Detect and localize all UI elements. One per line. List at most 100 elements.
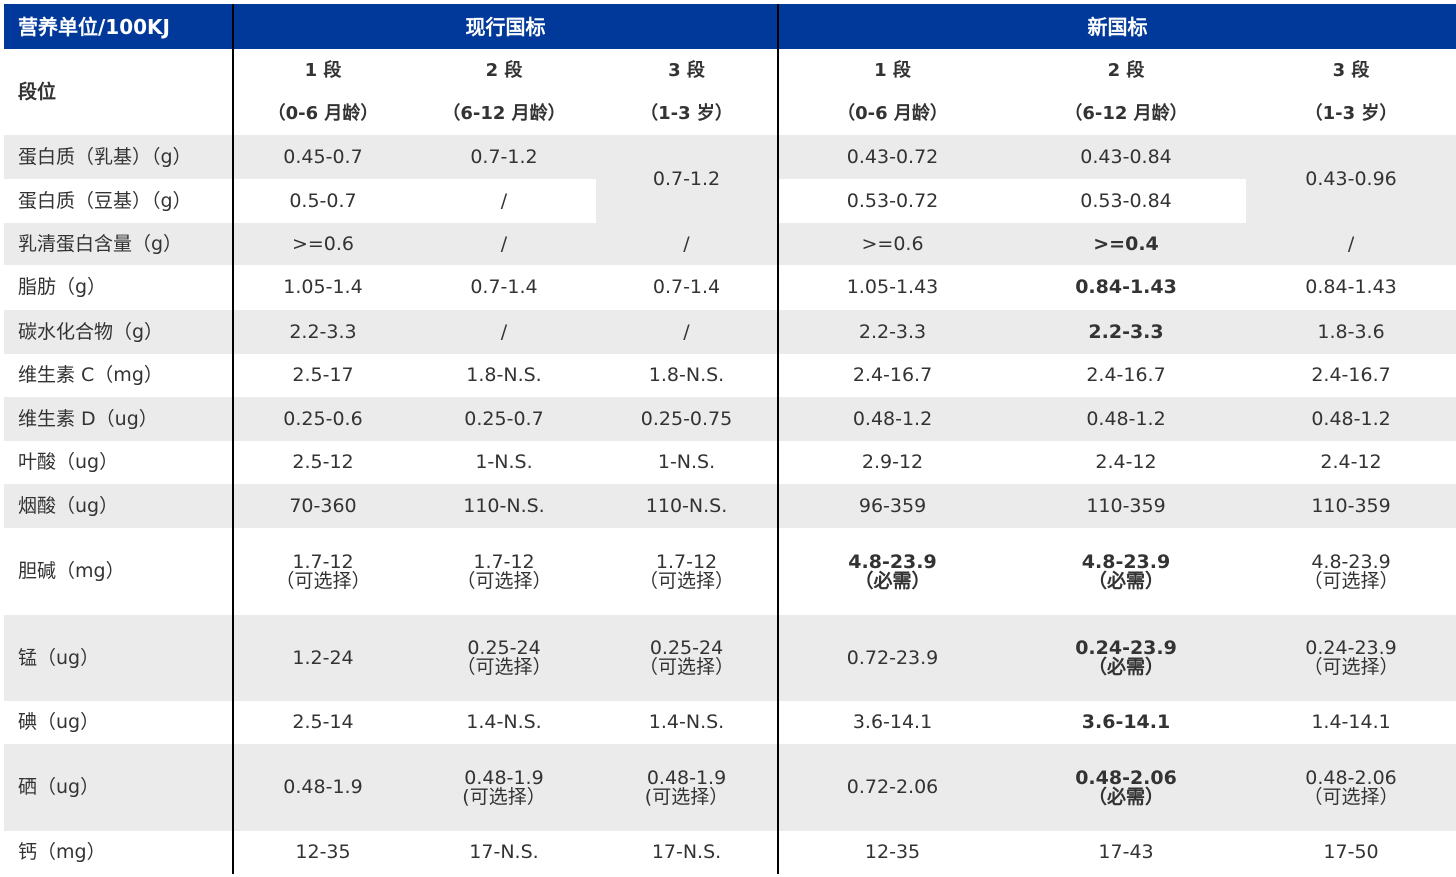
row-label: 碳水化合物（g） bbox=[18, 320, 164, 343]
row-label: 烟酸（ug） bbox=[18, 494, 119, 517]
table-cell: 1.05-1.43 bbox=[777, 265, 1007, 310]
table-cell: 110-359 bbox=[1086, 494, 1166, 517]
table-row: 维生素 C（mg） 2.5-17 1.8-N.S. 1.8-N.S. 2.4-1… bbox=[4, 354, 1456, 397]
unit-header: 营养单位/100KJ bbox=[4, 4, 233, 49]
table-row: 烟酸（ug） 70-360 110-N.S. 110-N.S. 96-359 1… bbox=[4, 484, 1456, 528]
table-cell: 1.4-14.1 bbox=[1311, 711, 1391, 733]
row-label: 脂肪（g） bbox=[18, 276, 107, 298]
table-row: 胆碱（mg） 1.7-12 （可选择） 1.7-12 （可选择） 1.7-12 （可选… bbox=[4, 528, 1456, 615]
row-label: 叶酸（ug） bbox=[18, 451, 119, 473]
table-cell: 0.48-1.9 bbox=[232, 744, 412, 831]
current-standard-header: 现行国标 bbox=[231, 4, 779, 49]
table-cell: 0.43-0.72 bbox=[777, 135, 1007, 179]
table-cell: 1-N.S. bbox=[657, 451, 716, 473]
table-cell: / bbox=[683, 320, 690, 343]
table-cell: / bbox=[500, 320, 508, 343]
table-row: 维生素 D（ug） 0.25-0.6 0.25-0.7 0.25-0.75 0.… bbox=[4, 397, 1456, 441]
table-cell: 4.8-23.9 （必需） bbox=[777, 528, 1007, 615]
table-row: 钙（mg） 12-35 17-N.S. 17-N.S. 12-35 17-43 … bbox=[4, 831, 1456, 874]
table-cell: 2.2-3.3 bbox=[1088, 320, 1164, 343]
table-cell: 0.25-0.75 bbox=[640, 407, 733, 430]
table-cell: 70-360 bbox=[232, 484, 412, 528]
table-cell: 1.4-N.S. bbox=[466, 711, 542, 733]
table-cell: 2.2-3.3 bbox=[777, 310, 1007, 354]
table-cell: 0.43-0.84 bbox=[1006, 135, 1247, 179]
table-cell: 0.53-0.84 bbox=[1006, 179, 1247, 223]
table-cell: 0.24-23.9 （可选择） bbox=[1303, 637, 1399, 678]
table-cell: >=0.6 bbox=[232, 223, 412, 265]
stage-name: 3 段 bbox=[668, 59, 705, 81]
row-label: 维生素 C（mg） bbox=[18, 364, 163, 386]
table-cell: 0.48-1.2 bbox=[1311, 407, 1391, 430]
table-cell: >=0.4 bbox=[1093, 232, 1159, 255]
table-row: 叶酸（ug） 2.5-12 1-N.S. 1-N.S. 2.9-12 2.4-1… bbox=[4, 441, 1456, 484]
row-label: 蛋白质（乳基）（g） bbox=[4, 135, 233, 179]
table-cell: 0.25-24 （可选择） bbox=[456, 637, 552, 678]
table-cell: 1.8-3.6 bbox=[1317, 320, 1385, 343]
table-cell: 12-35 bbox=[777, 831, 1007, 874]
new-standard-header: 新国标 bbox=[777, 4, 1456, 49]
table-cell: 0.25-24 （可选择） bbox=[639, 637, 735, 678]
table-cell: 1.8-N.S. bbox=[648, 364, 725, 386]
table-cell: 2.2-3.3 bbox=[232, 310, 412, 354]
table-cell: 0.48-2.06 （必需） bbox=[1075, 766, 1177, 808]
table-cell: 0.25-0.7 bbox=[464, 407, 544, 430]
table-cell: 12-35 bbox=[232, 831, 412, 874]
table-cell: 0.72-2.06 bbox=[777, 744, 1007, 831]
table-cell: 17-43 bbox=[1098, 841, 1154, 863]
table-cell: 0.43-0.96 bbox=[1246, 135, 1456, 223]
table-cell: 0.7-1.2 bbox=[412, 135, 596, 179]
table-cell: 2.4-16.7 bbox=[1086, 364, 1166, 386]
row-label: 钙（mg） bbox=[18, 841, 106, 863]
table-cell: / bbox=[683, 232, 690, 255]
table-cell: 17-N.S. bbox=[651, 841, 722, 863]
stage-name: 2 段 bbox=[485, 59, 523, 81]
table-cell: 1.7-12 （可选择） bbox=[456, 550, 552, 592]
table-cell: 3.6-14.1 bbox=[1081, 711, 1171, 733]
table-row: 蛋白质（乳基）（g） 0.45-0.7 0.7-1.2 0.7-1.2 0.43… bbox=[4, 135, 1456, 223]
table-cell: 110-N.S. bbox=[463, 494, 545, 517]
table-cell: 2.5-14 bbox=[232, 701, 412, 744]
table-cell: 0.72-23.9 bbox=[777, 615, 1007, 701]
row-label: 胆碱（mg） bbox=[18, 560, 125, 582]
stage-row-label: 段位 bbox=[18, 80, 57, 103]
table-cell: 0.48-1.2 bbox=[1086, 407, 1166, 430]
row-label: 锰（ug） bbox=[18, 646, 100, 669]
table-cell: 4.8-23.9 （必需） bbox=[1081, 550, 1171, 592]
table-cell: >=0.6 bbox=[777, 223, 1007, 265]
table-cell: 0.48-1.9 (可选择） bbox=[462, 766, 546, 808]
stage-age: （1-3 岁） bbox=[1304, 102, 1398, 124]
table-cell: 0.84-1.43 bbox=[1305, 276, 1397, 298]
table-cell: 0.45-0.7 bbox=[232, 135, 412, 179]
table-cell: / bbox=[412, 179, 596, 223]
stage-age: （1-3 岁） bbox=[640, 102, 733, 124]
table-row: 锰（ug） 1.2-24 0.25-24 （可选择） 0.25-24 （可选择） 0… bbox=[4, 615, 1456, 701]
row-label: 硒（ug） bbox=[18, 776, 100, 798]
table-cell: 2.4-12 bbox=[1095, 451, 1157, 473]
stage-age: （6-12 月龄） bbox=[442, 102, 566, 124]
row-label: 维生素 D（ug） bbox=[18, 407, 158, 430]
table-cell: / bbox=[1347, 232, 1355, 255]
table-cell: 2.9-12 bbox=[777, 441, 1007, 484]
table-cell: 110-359 bbox=[1311, 494, 1391, 517]
table-cell: 0.7-1.2 bbox=[596, 135, 779, 223]
table-cell: 0.48-2.06 （可选择） bbox=[1303, 766, 1399, 808]
table-cell: 0.48-1.9 (可选择） bbox=[644, 766, 729, 808]
table-row: 硒（ug） 0.48-1.9 0.48-1.9 (可选择） 0.48-1.9 (可选… bbox=[4, 744, 1456, 831]
table-cell: / bbox=[500, 232, 508, 255]
table-cell: 2.4-16.7 bbox=[1311, 364, 1391, 386]
table-cell: 1-N.S. bbox=[475, 451, 533, 473]
row-label: 碘（ug） bbox=[18, 711, 100, 733]
row-label: 乳清蛋白含量（g） bbox=[18, 232, 183, 255]
table-cell: 1.05-1.4 bbox=[232, 265, 412, 310]
table-cell: 4.8-23.9 （可选择） bbox=[1303, 550, 1399, 592]
table-cell: 0.7-1.4 bbox=[652, 276, 721, 298]
table-cell: 2.4-16.7 bbox=[777, 354, 1007, 397]
table-cell: 17-50 bbox=[1323, 841, 1379, 863]
table-row: 碳水化合物（g） 2.2-3.3 / / 2.2-3.3 2.2-3.3 1.8… bbox=[4, 310, 1456, 354]
table-cell: 1.2-24 bbox=[232, 615, 412, 701]
table-cell: 0.53-0.72 bbox=[777, 179, 1007, 223]
stage-age: （0-6 月龄） bbox=[232, 92, 412, 135]
stage-name: 1 段 bbox=[777, 49, 1007, 92]
table-cell: 17-N.S. bbox=[469, 841, 539, 863]
